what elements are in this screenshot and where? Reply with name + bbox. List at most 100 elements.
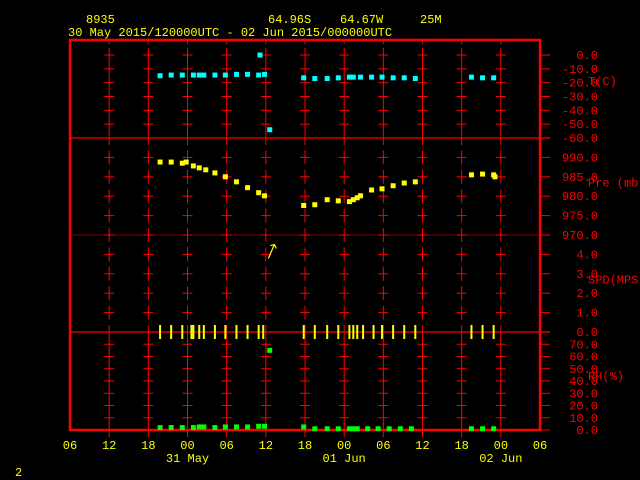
page-number: 2	[15, 466, 22, 480]
pressure-point	[324, 197, 330, 203]
pressure-point	[480, 171, 486, 177]
x-tick-label: 12	[415, 439, 429, 453]
wind-direction-arrow	[267, 243, 277, 259]
pressure-point	[401, 180, 407, 186]
pressure-point	[212, 170, 218, 176]
temperature-point	[262, 71, 268, 77]
temperature-point	[312, 76, 318, 82]
humidity-point	[375, 426, 381, 432]
pressure-point	[369, 187, 375, 193]
temperature-point	[190, 72, 196, 78]
pressure-point	[357, 193, 363, 199]
panel-label: Pre (mb)	[588, 177, 640, 191]
wind-speed-mark	[326, 325, 329, 339]
pressure-point	[190, 163, 196, 169]
temperature-point	[350, 74, 356, 80]
wind-speed-mark	[381, 325, 384, 339]
panel-label: T(C)	[588, 75, 617, 89]
temperature-point	[212, 72, 218, 78]
humidity-point	[168, 425, 174, 431]
temperature-point	[491, 75, 497, 81]
y-tick-label: 0.0	[576, 49, 598, 63]
temperature-point	[256, 72, 262, 78]
humidity-point	[157, 425, 163, 431]
x-tick-label: 00	[494, 439, 508, 453]
temperature-point	[301, 75, 307, 81]
x-tick-label: 12	[259, 439, 273, 453]
humidity-point	[245, 424, 251, 430]
wind-speed-mark	[352, 325, 355, 339]
temperature-point	[201, 72, 207, 78]
y-tick-label: -50.0	[562, 118, 598, 132]
wind-speed-mark	[262, 325, 265, 339]
temperature-point	[480, 75, 486, 81]
humidity-point	[386, 426, 392, 432]
humidity-point	[397, 426, 403, 432]
wind-speed-mark	[414, 325, 417, 339]
humidity-point	[468, 426, 474, 432]
wind-speed-mark	[159, 325, 162, 339]
panel-label: RH(%)	[588, 370, 624, 384]
pressure-point	[301, 203, 307, 209]
pressure-point	[492, 174, 498, 180]
y-tick-label: 970.0	[562, 229, 598, 243]
wind-speed-mark	[170, 325, 173, 339]
wind-speed-mark	[198, 325, 201, 339]
station-id: 8935	[86, 13, 115, 27]
temperature-point	[401, 75, 407, 81]
wind-speed-mark	[257, 325, 260, 339]
pressure-point	[183, 159, 189, 165]
humidity-point	[179, 425, 185, 431]
temperature-point	[233, 71, 239, 77]
date-label: 31 May	[166, 452, 209, 466]
temperature-point	[257, 52, 263, 58]
x-tick-label: 12	[102, 439, 116, 453]
wind-speed-mark	[202, 325, 205, 339]
pressure-point	[256, 190, 262, 196]
x-tick-label: 06	[63, 439, 77, 453]
humidity-point	[212, 425, 218, 431]
wind-speed-mark	[192, 325, 195, 339]
x-tick-label: 06	[219, 439, 233, 453]
humidity-point	[301, 424, 307, 430]
temperature-point	[245, 71, 251, 77]
pressure-point	[379, 186, 385, 192]
y-tick-label: 990.0	[562, 151, 598, 165]
y-tick-label: -40.0	[562, 104, 598, 118]
pressure-point	[196, 165, 202, 171]
wind-speed-mark	[392, 325, 395, 339]
pressure-point	[390, 183, 396, 189]
wind-speed-mark	[235, 325, 238, 339]
x-tick-label: 06	[533, 439, 547, 453]
temperature-point	[335, 75, 341, 81]
temperature-point	[390, 75, 396, 81]
humidity-point	[480, 426, 486, 432]
wind-speed-mark	[224, 325, 227, 339]
temperature-point	[196, 72, 202, 78]
wind-speed-mark	[372, 325, 375, 339]
wind-speed-mark	[246, 325, 249, 339]
wind-speed-mark	[481, 325, 484, 339]
temperature-point	[468, 74, 474, 80]
humidity-point	[190, 425, 196, 431]
y-tick-label: 980.0	[562, 190, 598, 204]
pressure-point	[412, 179, 418, 185]
temperature-point	[157, 73, 163, 79]
temperature-point	[179, 72, 185, 78]
y-tick-label: 2.0	[576, 287, 598, 301]
x-tick-label: 06	[376, 439, 390, 453]
y-tick-label: 0.0	[576, 424, 598, 438]
latitude: 64.96S	[268, 13, 311, 27]
wind-speed-mark	[213, 325, 216, 339]
humidity-point	[196, 424, 202, 430]
pressure-point	[233, 179, 239, 185]
temperature-point	[324, 76, 330, 82]
humidity-point	[201, 424, 207, 430]
pressure-point	[335, 198, 341, 204]
wind-speed-mark	[348, 325, 351, 339]
station-timeseries-chart: 8935 64.96S 64.67W 25M 30 May 2015/12000…	[15, 13, 640, 480]
wind-speed-mark	[470, 325, 473, 339]
temperature-point	[379, 74, 385, 80]
pressure-point	[262, 193, 268, 199]
wind-speed-mark	[313, 325, 316, 339]
